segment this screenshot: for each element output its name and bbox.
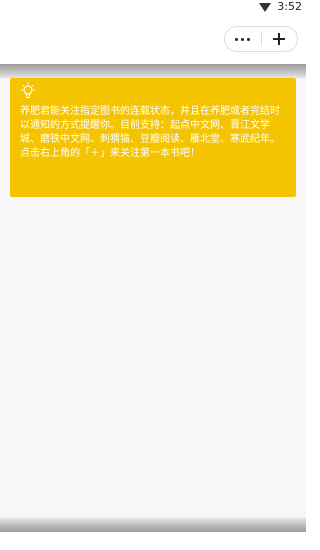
plus-icon — [273, 33, 286, 45]
menu-capsule — [224, 26, 298, 52]
header-shadow-strip — [0, 64, 306, 78]
tip-card: 养肥君能关注指定图书的连载状态，并且在养肥或者完结时以通知的方式提醒你。目前支持… — [10, 78, 296, 197]
bottom-area — [0, 532, 306, 550]
footer-shadow-strip — [0, 518, 306, 532]
main-content: 养肥君能关注指定图书的连载状态，并且在养肥或者完结时以通知的方式提醒你。目前支持… — [0, 78, 306, 518]
wifi-icon — [259, 2, 272, 12]
lightbulb-icon — [21, 82, 35, 99]
status-time: 3:52 — [277, 0, 302, 13]
app-screen: 3:52 养肥君能关注指定图书的连载状态，并且在养肥或者完结时以通知的方式提醒你… — [0, 0, 306, 550]
status-bar: 3:52 — [0, 0, 306, 14]
more-button[interactable] — [225, 27, 261, 51]
tip-call-to-action: 点击右上角的「＋」来关注第一本书吧！ — [20, 148, 200, 159]
top-bar — [0, 14, 306, 64]
status-indicators: 3:52 — [259, 0, 302, 14]
add-book-button[interactable] — [262, 27, 298, 51]
tip-description: 养肥君能关注指定图书的连载状态，并且在养肥或者完结时以通知的方式提醒你。目前支持… — [20, 106, 280, 145]
more-dots-icon — [235, 37, 251, 41]
